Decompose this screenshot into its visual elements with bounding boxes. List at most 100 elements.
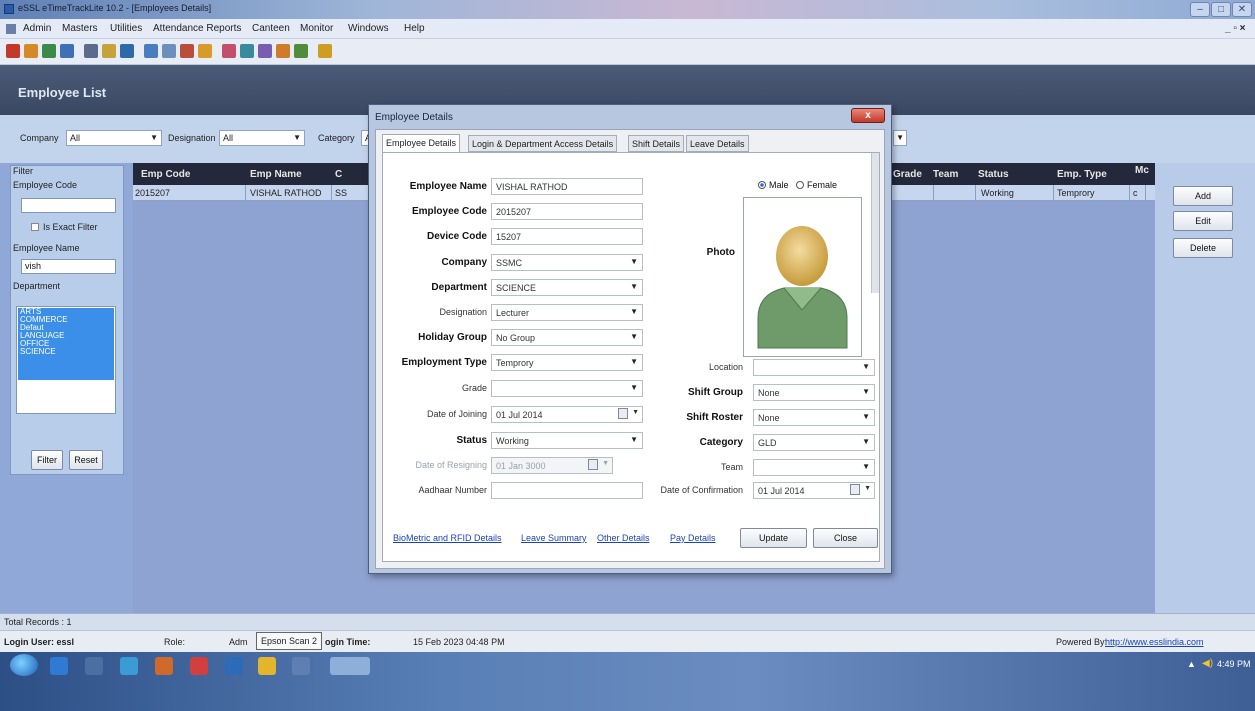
dialog-close-button[interactable]: x [851, 108, 885, 123]
department-listbox[interactable]: ARTS COMMERCE Defaut LANGUAGE OFFICE SCI… [16, 306, 116, 414]
toolbar-icon-5[interactable] [84, 44, 98, 58]
menu-admin[interactable]: Admin [23, 23, 51, 34]
menu-canteen[interactable]: Canteen [252, 23, 290, 34]
edit-button[interactable]: Edit [1173, 211, 1233, 231]
tab-login-department[interactable]: Login & Department Access Details [468, 135, 618, 152]
col-emp-type[interactable]: Emp. Type [1057, 169, 1107, 180]
calendar-icon[interactable] [618, 408, 628, 419]
biometric-rfid-link[interactable]: BioMetric and RFID Details [393, 533, 502, 543]
emp-code-filter-input[interactable] [21, 198, 116, 213]
designation-select[interactable]: Lecturer ▼ [491, 304, 643, 321]
toolbar-icon-2[interactable] [24, 44, 38, 58]
delete-button[interactable]: Delete [1173, 238, 1233, 258]
toolbar-icon-4[interactable] [60, 44, 74, 58]
col-grade[interactable]: Grade [893, 169, 922, 180]
tab-shift-details[interactable]: Shift Details [628, 135, 685, 152]
toolbar-icon-12[interactable] [222, 44, 236, 58]
exact-filter-checkbox[interactable] [31, 223, 39, 231]
calendar-icon[interactable] [850, 484, 860, 495]
toolbar-icon-17[interactable] [318, 44, 332, 58]
chrome-icon[interactable] [258, 657, 276, 675]
team-select[interactable]: ▼ [753, 459, 875, 476]
toolbar-icon-3[interactable] [42, 44, 56, 58]
menu-monitor[interactable]: Monitor [300, 23, 333, 34]
status-select[interactable]: Working ▼ [491, 432, 643, 449]
emp-code-input[interactable]: 2015207 [491, 203, 643, 220]
emp-name-filter-input[interactable]: vish [21, 259, 116, 274]
category-select[interactable]: GLD ▼ [753, 434, 875, 451]
tab-employee-details[interactable]: Employee Details [382, 134, 461, 153]
toolbar-icon-9[interactable] [162, 44, 176, 58]
toolbar-icon-7[interactable] [120, 44, 134, 58]
taskbar-app-icon[interactable] [155, 657, 173, 675]
powered-by-link[interactable]: http://www.esslindia.com [1105, 637, 1204, 647]
menu-windows[interactable]: Windows [348, 23, 389, 34]
holiday-group-select[interactable]: No Group ▼ [491, 329, 643, 346]
toolbar-icon-11[interactable] [198, 44, 212, 58]
company-filter-select[interactable]: All ▼ [66, 130, 162, 146]
ie-icon[interactable] [50, 657, 68, 675]
app-menu-icon[interactable] [6, 24, 16, 34]
toolbar-icon-13[interactable] [240, 44, 254, 58]
mdi-controls[interactable]: _ ▫ × [1225, 23, 1246, 34]
toolbar-icon-16[interactable] [294, 44, 308, 58]
emp-name-input[interactable]: VISHAL RATHOD [491, 178, 643, 195]
menu-masters[interactable]: Masters [62, 23, 98, 34]
list-item[interactable]: SCIENCE [18, 348, 114, 356]
shift-roster-select[interactable]: None ▼ [753, 409, 875, 426]
device-code-input[interactable]: 15207 [491, 228, 643, 245]
explorer-icon[interactable] [85, 657, 103, 675]
pay-details-link[interactable]: Pay Details [670, 533, 716, 543]
minimize-button[interactable]: – [1190, 2, 1210, 17]
menu-help[interactable]: Help [404, 23, 425, 34]
col-status[interactable]: Status [978, 169, 1009, 180]
col-emp-code[interactable]: Emp Code [141, 169, 190, 180]
col-emp-name[interactable]: Emp Name [250, 169, 302, 180]
menu-utilities[interactable]: Utilities [110, 23, 142, 34]
taskbar-app-icon[interactable] [292, 657, 310, 675]
location-select[interactable]: ▼ [753, 359, 875, 376]
close-button[interactable]: Close [813, 528, 878, 548]
add-button[interactable]: Add [1173, 186, 1233, 206]
taskbar-app-icon[interactable] [120, 657, 138, 675]
employment-type-select[interactable]: Temprory ▼ [491, 354, 643, 371]
reset-button[interactable]: Reset [69, 450, 103, 470]
designation-filter-select[interactable]: All ▼ [219, 130, 305, 146]
toolbar-icon-6[interactable] [102, 44, 116, 58]
shift-group-select[interactable]: None ▼ [753, 384, 875, 401]
other-details-link[interactable]: Other Details [597, 533, 650, 543]
employee-photo[interactable] [743, 197, 862, 357]
leave-summary-link[interactable]: Leave Summary [521, 533, 587, 543]
etimetrack-taskbar-button[interactable] [330, 657, 370, 675]
toolbar-icon-14[interactable] [258, 44, 272, 58]
company-select[interactable]: SSMC ▼ [491, 254, 643, 271]
doc-datepicker[interactable]: 01 Jul 2014 ▼ [753, 482, 875, 499]
volume-icon[interactable]: ◀) [1202, 658, 1213, 669]
tray-arrow-icon[interactable]: ▲ [1187, 659, 1196, 669]
aadhaar-input[interactable] [491, 482, 643, 499]
filter-button[interactable]: Filter [31, 450, 63, 470]
department-select[interactable]: SCIENCE ▼ [491, 279, 643, 296]
toolbar-icon-15[interactable] [276, 44, 290, 58]
grade-select[interactable]: ▼ [491, 380, 643, 397]
update-button[interactable]: Update [740, 528, 807, 548]
taskbar-app-icon[interactable] [225, 657, 243, 675]
col-mc[interactable]: Mc [1135, 165, 1149, 176]
col-c[interactable]: C [335, 169, 342, 180]
toolbar-icon-1[interactable] [6, 44, 20, 58]
taskbar-app-icon[interactable] [190, 657, 208, 675]
start-button[interactable] [10, 654, 38, 676]
menu-attendance-reports[interactable]: Attendance Reports [153, 23, 241, 34]
col-team[interactable]: Team [933, 169, 958, 180]
doj-datepicker[interactable]: 01 Jul 2014 ▼ [491, 406, 643, 423]
close-window-button[interactable]: ✕ [1232, 2, 1252, 17]
tab-leave-details[interactable]: Leave Details [686, 135, 749, 152]
male-radio[interactable] [758, 181, 766, 189]
female-radio[interactable] [796, 181, 804, 189]
form-scrollbar[interactable] [871, 153, 879, 293]
filter-extra-select[interactable]: ▼ [893, 130, 907, 146]
clock[interactable]: 4:49 PM [1217, 659, 1251, 669]
toolbar-icon-10[interactable] [180, 44, 194, 58]
maximize-button[interactable]: □ [1211, 2, 1231, 17]
toolbar-icon-8[interactable] [144, 44, 158, 58]
